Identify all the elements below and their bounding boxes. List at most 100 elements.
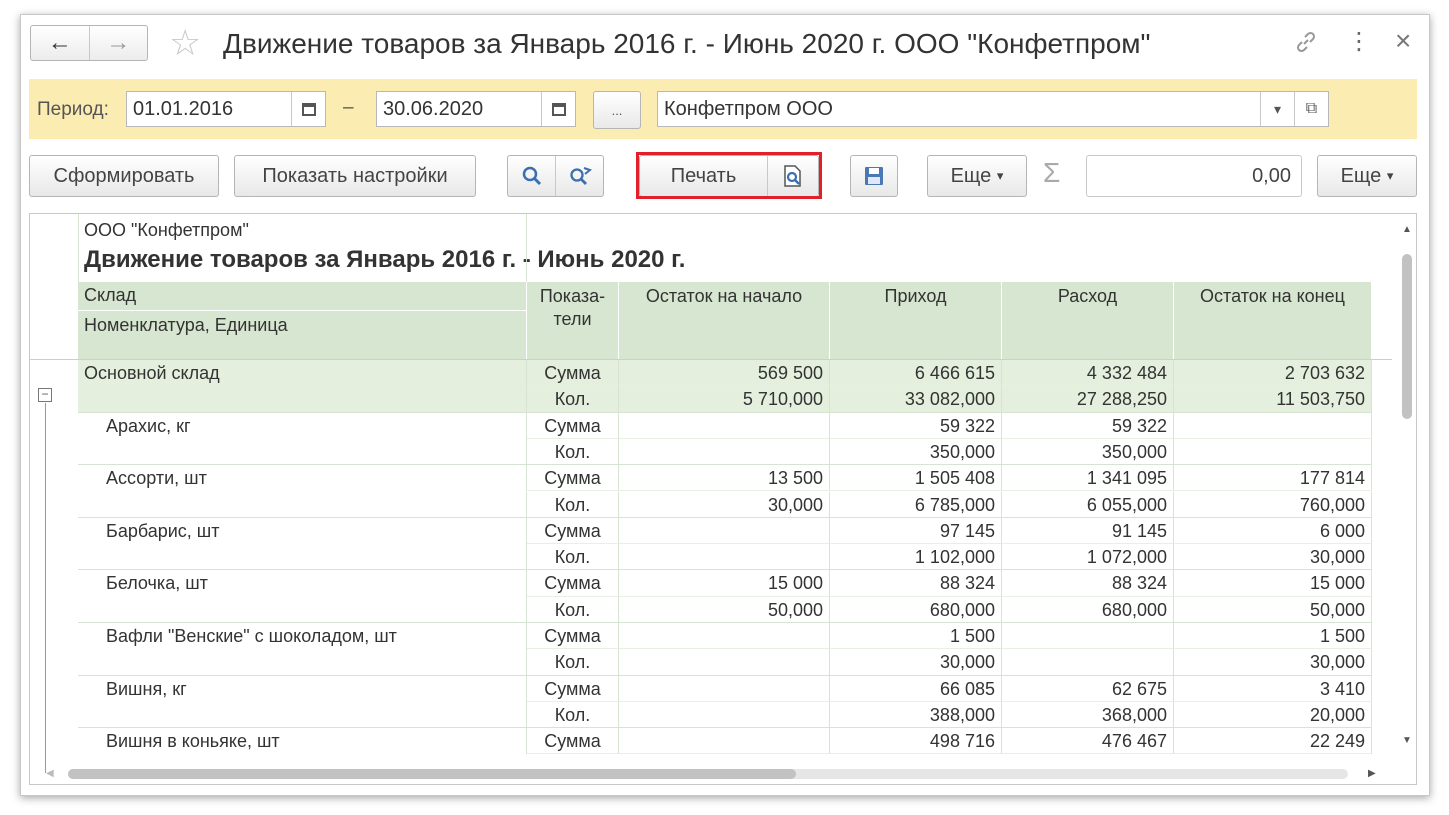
cell-ind[interactable]: Сумма — [527, 728, 619, 755]
save-button[interactable] — [850, 155, 898, 197]
cell-out[interactable]: 350,000 — [1002, 438, 1174, 466]
cell-name[interactable]: Ассорти, шт — [78, 465, 527, 492]
cell-out[interactable]: 59 322 — [1002, 412, 1174, 439]
date-from-calendar-button[interactable] — [291, 92, 325, 126]
cell-ind[interactable]: Кол. — [527, 701, 619, 729]
cell-ind[interactable]: Сумма — [527, 675, 619, 702]
cell-ind[interactable]: Сумма — [527, 517, 619, 545]
date-to-field[interactable]: 30.06.2020 — [376, 91, 576, 127]
cell-name[interactable]: Белочка, шт — [78, 570, 527, 597]
cell-in[interactable]: 59 322 — [830, 412, 1002, 439]
show-settings-button[interactable]: Показать настройки — [234, 155, 476, 197]
cell-out[interactable]: 1 341 095 — [1002, 465, 1174, 492]
cell-open[interactable] — [619, 438, 830, 466]
collapse-group-button[interactable]: − — [38, 388, 52, 402]
cell-out[interactable]: 91 145 — [1002, 517, 1174, 545]
cell-open[interactable] — [619, 675, 830, 702]
table-row[interactable]: Вафли "Венские" с шоколадом, шт Сумма 1 50… — [78, 623, 1372, 650]
close-icon[interactable]: × — [1395, 25, 1411, 57]
organization-open-button[interactable]: ⧉ — [1294, 92, 1328, 126]
cell-name[interactable] — [78, 544, 527, 571]
cell-close[interactable]: 2 703 632 — [1174, 360, 1372, 387]
cell-in[interactable]: 88 324 — [830, 570, 1002, 597]
cell-name[interactable] — [78, 649, 527, 676]
cell-close[interactable]: 11 503,750 — [1174, 386, 1372, 413]
cell-name[interactable]: Основной склад — [78, 360, 527, 387]
cell-ind[interactable]: Сумма — [527, 570, 619, 597]
cell-ind[interactable]: Кол. — [527, 649, 619, 676]
cell-name[interactable] — [78, 596, 527, 623]
cell-ind[interactable]: Сумма — [527, 360, 619, 387]
date-to-calendar-button[interactable] — [541, 92, 575, 126]
cell-in[interactable]: 1 505 408 — [830, 465, 1002, 492]
cell-close[interactable]: 20,000 — [1174, 701, 1372, 729]
cell-in[interactable]: 66 085 — [830, 675, 1002, 702]
cell-name[interactable]: Вишня, кг — [78, 675, 527, 702]
horizontal-scroll-thumb[interactable] — [68, 769, 796, 779]
cell-name[interactable] — [78, 491, 527, 518]
cell-ind[interactable]: Кол. — [527, 596, 619, 623]
vertical-scroll-thumb[interactable] — [1402, 254, 1412, 419]
cell-open[interactable]: 13 500 — [619, 465, 830, 492]
table-row[interactable]: Основной склад Сумма 569 500 6 466 615 4 332… — [78, 360, 1372, 387]
table-row[interactable]: Кол. 5 710,000 33 082,000 27 288,250 11 503,… — [78, 386, 1372, 413]
search-next-button[interactable] — [556, 156, 603, 196]
cell-ind[interactable]: Сумма — [527, 412, 619, 439]
table-row[interactable]: Белочка, шт Сумма 15 000 88 324 88 324 15 000 — [78, 570, 1372, 597]
table-row[interactable]: Кол. 388,000 368,000 20,000 — [78, 701, 1372, 729]
favorite-star-icon[interactable]: ☆ — [169, 23, 201, 63]
cell-in[interactable]: 388,000 — [830, 701, 1002, 729]
cell-out[interactable]: 4 332 484 — [1002, 360, 1174, 387]
cell-out[interactable]: 62 675 — [1002, 675, 1174, 702]
table-row[interactable]: Кол. 350,000 350,000 — [78, 438, 1372, 466]
cell-out[interactable]: 88 324 — [1002, 570, 1174, 597]
cell-out[interactable] — [1002, 623, 1174, 650]
cell-close[interactable]: 22 249 — [1174, 728, 1372, 755]
cell-ind[interactable]: Кол. — [527, 438, 619, 466]
cell-in[interactable]: 1 102,000 — [830, 544, 1002, 571]
cell-in[interactable]: 30,000 — [830, 649, 1002, 676]
forward-button[interactable]: → — [88, 26, 148, 60]
horizontal-scrollbar[interactable]: ◀ ▶ — [30, 764, 1416, 784]
more-actions-button-1[interactable]: Еще ▾ — [927, 155, 1027, 197]
cell-name[interactable] — [78, 386, 527, 413]
cell-name[interactable]: Вишня в коньяке, шт — [78, 728, 527, 755]
table-row[interactable]: Барбарис, шт Сумма 97 145 91 145 6 000 — [78, 517, 1372, 545]
cell-close[interactable]: 50,000 — [1174, 596, 1372, 623]
cell-close[interactable]: 177 814 — [1174, 465, 1372, 492]
cell-open[interactable] — [619, 517, 830, 545]
date-from-field[interactable]: 01.01.2016 — [126, 91, 326, 127]
table-row[interactable]: Ассорти, шт Сумма 13 500 1 505 408 1 341 095… — [78, 465, 1372, 492]
cell-open[interactable] — [619, 544, 830, 571]
cell-open[interactable] — [619, 623, 830, 650]
link-button[interactable] — [1293, 29, 1319, 61]
cell-open[interactable]: 5 710,000 — [619, 386, 830, 413]
cell-open[interactable]: 30,000 — [619, 491, 830, 518]
cell-name[interactable] — [78, 701, 527, 729]
cell-open[interactable] — [619, 701, 830, 729]
back-button[interactable]: ← — [31, 26, 89, 60]
cell-open[interactable]: 50,000 — [619, 596, 830, 623]
cell-in[interactable]: 498 716 — [830, 728, 1002, 755]
cell-out[interactable]: 6 055,000 — [1002, 491, 1174, 518]
organization-field[interactable]: Конфетпром ООО ▾ ⧉ — [657, 91, 1329, 127]
organization-dropdown-button[interactable]: ▾ — [1260, 92, 1294, 126]
cell-in[interactable]: 33 082,000 — [830, 386, 1002, 413]
cell-open[interactable] — [619, 649, 830, 676]
cell-in[interactable]: 6 466 615 — [830, 360, 1002, 387]
more-menu-icon[interactable]: ⋮ — [1347, 27, 1371, 56]
generate-button[interactable]: Сформировать — [29, 155, 219, 197]
cell-in[interactable]: 6 785,000 — [830, 491, 1002, 518]
cell-name[interactable]: Арахис, кг — [78, 412, 527, 439]
cell-close[interactable]: 760,000 — [1174, 491, 1372, 518]
cell-in[interactable]: 97 145 — [830, 517, 1002, 545]
cell-out[interactable]: 680,000 — [1002, 596, 1174, 623]
table-row[interactable]: Вишня в коньяке, шт Сумма 498 716 476 467 22… — [78, 728, 1372, 755]
cell-open[interactable] — [619, 412, 830, 439]
table-row[interactable]: Кол. 1 102,000 1 072,000 30,000 — [78, 544, 1372, 571]
cell-close[interactable] — [1174, 438, 1372, 466]
cell-close[interactable]: 30,000 — [1174, 649, 1372, 676]
cell-ind[interactable]: Кол. — [527, 491, 619, 518]
cell-name[interactable]: Барбарис, шт — [78, 517, 527, 545]
more-actions-button-2[interactable]: Еще ▾ — [1317, 155, 1417, 197]
